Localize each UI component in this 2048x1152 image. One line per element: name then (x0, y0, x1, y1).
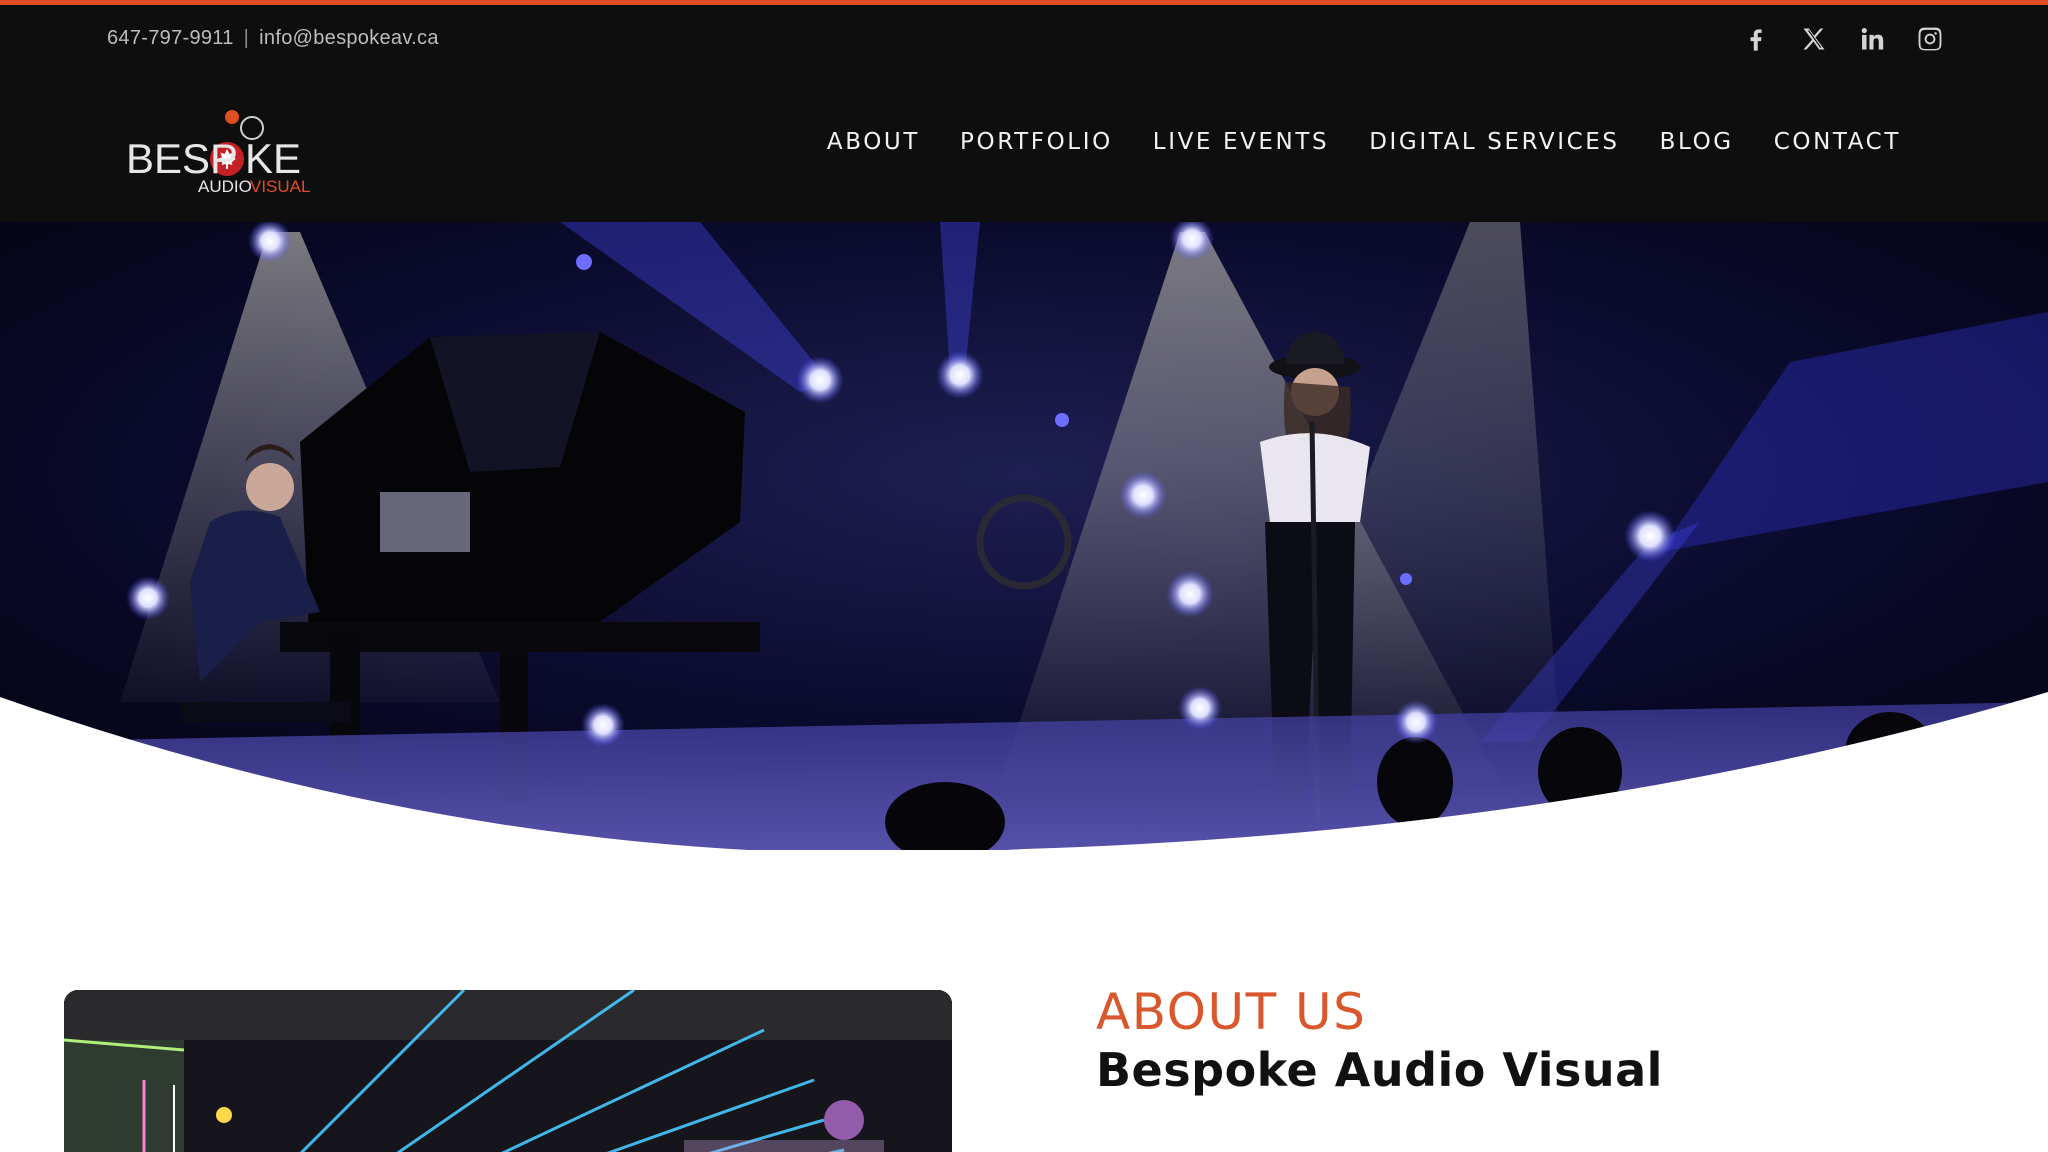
music-stand (380, 492, 470, 552)
nav-live-events[interactable]: LIVE EVENTS (1153, 129, 1329, 155)
nav-digital-services[interactable]: DIGITAL SERVICES (1369, 129, 1619, 155)
x-twitter-icon[interactable] (1800, 25, 1828, 53)
nav-blog[interactable]: BLOG (1660, 129, 1734, 155)
contact-info: 647-797-9911 | info@bespokeav.ca (107, 27, 439, 50)
nav-portfolio[interactable]: PORTFOLIO (960, 129, 1113, 155)
nav-about[interactable]: ABOUT (827, 129, 920, 155)
bespoke-logo[interactable]: BESP KE AUDIO VISUAL (124, 89, 324, 199)
audience-head (1377, 737, 1453, 827)
hero-banner (0, 222, 2048, 850)
pianist-head (246, 463, 294, 511)
instagram-icon[interactable] (1916, 25, 1944, 53)
site-header: BESP KE AUDIO VISUAL ABOUT PORTFOLIO LIV… (0, 75, 2048, 222)
logo-red-dot (225, 110, 239, 124)
about-eyebrow: ABOUT US (1096, 983, 1367, 1041)
logo-sub-left: AUDIO (198, 177, 252, 196)
social-links (1742, 25, 1944, 53)
about-title: Bespoke Audio Visual (1096, 1043, 1663, 1097)
linkedin-icon[interactable] (1858, 25, 1886, 53)
email-link[interactable]: info@bespokeav.ca (259, 27, 439, 50)
about-image (64, 990, 952, 1152)
about-stage-photo (64, 990, 952, 1152)
logo-sub-right: VISUAL (250, 177, 310, 196)
phone-link[interactable]: 647-797-9911 (107, 27, 234, 50)
nav-contact[interactable]: CONTACT (1774, 129, 1901, 155)
top-bar: 647-797-9911 | info@bespokeav.ca (0, 5, 2048, 75)
main-nav: ABOUT PORTFOLIO LIVE EVENTS DIGITAL SERV… (827, 129, 1901, 155)
contact-separator: | (243, 27, 250, 49)
logo-wordmark-left: BESP (126, 135, 238, 182)
hero-concert-image (0, 222, 2048, 850)
logo-wordmark-right: KE (245, 135, 301, 182)
facebook-icon[interactable] (1742, 25, 1770, 53)
